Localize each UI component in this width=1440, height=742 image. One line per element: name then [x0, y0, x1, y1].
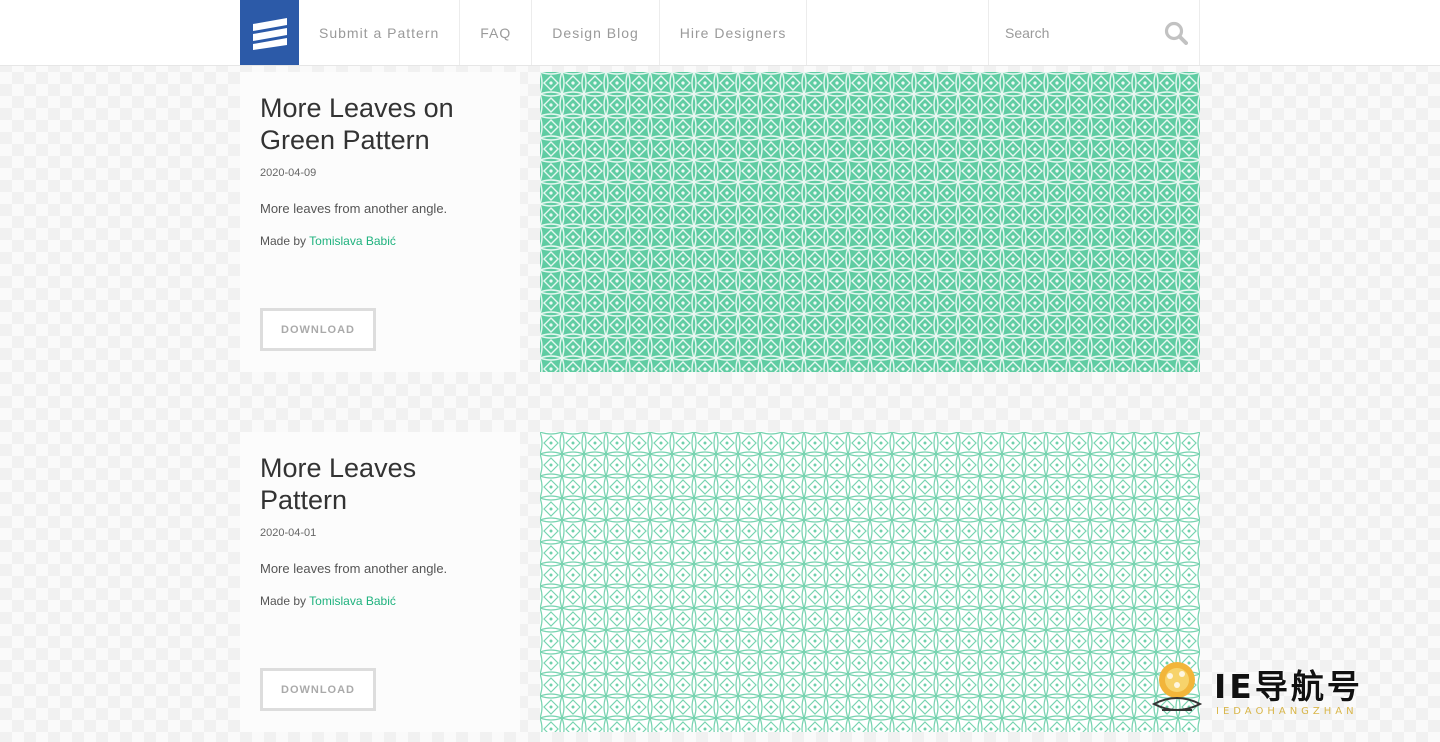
watermark-subtext: IEDAOHANGZHAN — [1216, 706, 1358, 717]
pattern-preview[interactable] — [540, 72, 1200, 372]
site-logo[interactable] — [240, 0, 299, 65]
made-by-label: Made by — [260, 234, 307, 248]
nav-spacer — [807, 0, 989, 65]
watermark: IE导航号 IEDAOHANGZHAN — [1148, 656, 1430, 726]
pattern-description: More leaves from another angle. — [260, 201, 448, 216]
pattern-date: 2020-04-09 — [260, 167, 317, 179]
made-by-label: Made by — [260, 594, 307, 608]
nav-submit-a-pattern[interactable]: Submit a Pattern — [299, 0, 461, 65]
author-link[interactable]: Tomislava Babić — [309, 234, 396, 248]
pattern-title[interactable]: More Leaves on Green Pattern — [260, 92, 510, 156]
pattern-info: More Leaves on Green Pattern 2020-04-09 … — [240, 72, 520, 372]
nav-hire-designers[interactable]: Hire Designers — [660, 0, 808, 65]
download-button[interactable]: DOWNLOAD — [260, 308, 376, 351]
author-link[interactable]: Tomislava Babić — [309, 594, 396, 608]
pattern-author-line: Made by Tomislava Babić — [260, 594, 396, 608]
pattern-preview-image — [540, 72, 1200, 372]
pattern-date: 2020-04-01 — [260, 527, 317, 539]
watermark-emblem-icon — [1151, 662, 1203, 711]
pattern-entry: More Leaves on Green Pattern 2020-04-09 … — [240, 72, 1200, 372]
pattern-preview-image — [540, 432, 1200, 732]
pattern-info: More Leaves Pattern 2020-04-01 More leav… — [240, 432, 520, 732]
nav-design-blog[interactable]: Design Blog — [532, 0, 660, 65]
search-icon — [1164, 21, 1188, 45]
pattern-author-line: Made by Tomislava Babić — [260, 234, 396, 248]
pattern-title[interactable]: More Leaves Pattern — [260, 452, 510, 516]
pattern-description: More leaves from another angle. — [260, 561, 448, 576]
search-input[interactable] — [1003, 23, 1161, 42]
search-box — [989, 0, 1200, 65]
top-navigation-bar: Submit a Pattern FAQ Design Blog Hire De… — [0, 0, 1440, 66]
pattern-entry: More Leaves Pattern 2020-04-01 More leav… — [240, 432, 1200, 732]
pattern-preview[interactable] — [540, 432, 1200, 732]
logo-stripes-icon — [252, 17, 287, 50]
watermark-text: IE导航号 — [1214, 667, 1363, 706]
download-button[interactable]: DOWNLOAD — [260, 668, 376, 711]
nav-faq[interactable]: FAQ — [460, 0, 533, 65]
top-navigation-inner: Submit a Pattern FAQ Design Blog Hire De… — [240, 0, 1200, 65]
search-button[interactable] — [1161, 18, 1191, 48]
